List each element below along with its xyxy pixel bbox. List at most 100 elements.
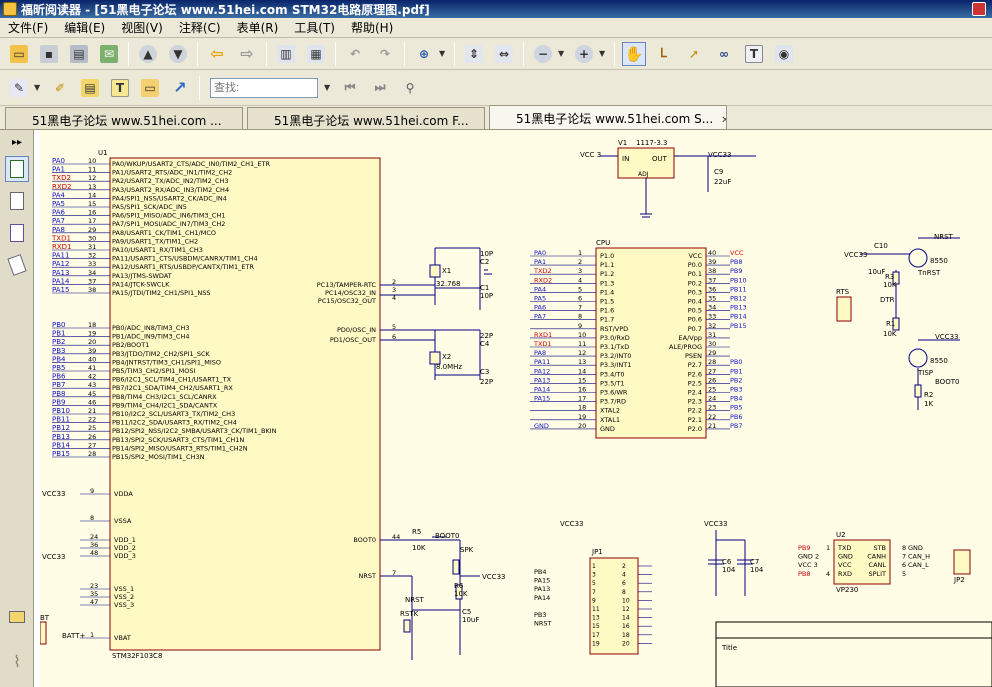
boot0-net: BOOT0 [435,532,459,540]
arrow-left-icon: ⇦ [210,44,224,63]
pin-number: 12 [622,606,630,613]
pin-number: 35 [708,295,716,303]
pin-number: 36 [90,541,98,549]
previous-page-button[interactable]: ▲ [136,42,160,66]
net-label: PA13 [534,376,550,384]
pin-number: 1 [90,631,94,639]
fit-width-button[interactable]: ⇔ [492,42,516,66]
menu-view[interactable]: 视图(V) [113,19,171,36]
attachments-button[interactable]: ⌇ [5,648,29,674]
document-tabs: 51黑电子论坛 www.51hei.com ... 51黑电子论坛 www.51… [0,105,992,130]
c5-ref: C5 [462,608,471,616]
tab-document-3[interactable]: 51黑电子论坛 www.51hei.com S... ✕ [489,105,727,129]
net-label: PA0 [52,157,65,165]
net-label: PB3 [534,611,547,619]
bookmarks-panel-button[interactable] [5,156,29,182]
facing-pages-button[interactable]: ▦ [304,42,328,66]
r3-ref: R3 [885,273,894,281]
pin-number: 3 [392,286,396,294]
typewriter-button[interactable]: T [742,42,766,66]
tab-document-1[interactable]: 51黑电子论坛 www.51hei.com ... [5,107,243,129]
menu-form[interactable]: 表单(R) [229,19,287,36]
hand-tool-button[interactable]: ✋ [622,41,646,66]
annotate-button[interactable]: ✎ [7,76,31,100]
c5-value: 10uF [462,616,479,624]
c9-ref: C9 [714,168,723,176]
net-label: PB4 [730,395,743,403]
pin-function: VDD_2 [114,544,136,552]
pin-number: 8 [90,514,94,522]
window-close-button[interactable] [972,2,986,16]
pin-function: P0.1 [688,270,702,278]
text-select-button[interactable]: Ꮮ [652,42,676,66]
chevron-down-icon[interactable]: ▼ [34,83,42,92]
net-label: TXD2 [51,174,71,182]
open-button[interactable]: ▭ [7,42,31,66]
net-label: GND [908,544,923,552]
note-button[interactable]: ▤ [78,76,102,100]
text-box-button[interactable]: T [108,76,132,100]
net-label: PB4 [52,355,66,363]
menu-file[interactable]: 文件(F) [0,19,56,36]
net-label: PB9 [730,267,743,275]
document-view[interactable]: U1 STM32F103C8 PA0 10 PA0/WKUP/USART2_CTS/… [34,130,992,687]
zoom-tool-button[interactable]: ⊕ [412,42,436,66]
menu-comment[interactable]: 注释(C) [171,19,229,36]
pin-function: P3.1/TxD [600,343,629,351]
net-label: PA12 [534,367,550,375]
comments-button[interactable] [5,604,29,630]
highlight-button[interactable]: ✐ [48,76,72,100]
pin-number: 27 [88,441,96,449]
v1-part: 1117-3.3 [636,139,667,147]
binoculars-icon: ∞ [719,46,729,61]
arrow-tool-button[interactable]: ↗ [168,76,192,100]
redo-button[interactable]: ↷ [373,42,397,66]
undo-button[interactable]: ↶ [343,42,367,66]
print-button[interactable]: ▤ [67,42,91,66]
next-page-button[interactable]: ▼ [166,42,190,66]
pin-function: P1.1 [600,261,614,269]
menu-help[interactable]: 帮助(H) [343,19,401,36]
email-button[interactable]: ✉ [97,42,121,66]
page-view-button[interactable]: ▥ [274,42,298,66]
pin-number: 22 [88,416,96,424]
pin-number: 38 [708,267,716,275]
find-button[interactable]: ∞ [712,42,736,66]
fit-page-button[interactable]: ⇕ [462,42,486,66]
pages-panel-button[interactable] [5,188,29,214]
pin-function: PA4/SPI1_NSS/USART2_CK/ADC_IN4 [112,194,227,202]
zoom-in-button[interactable]: + [572,42,596,66]
chevron-down-icon[interactable]: ▼ [324,83,332,92]
zoom-out-button[interactable]: − [531,42,555,66]
expand-sidebar-button[interactable]: ▸▸ [5,134,29,150]
find-previous-button[interactable]: ⏮ [338,76,362,100]
back-button[interactable]: ⇦ [205,42,229,66]
chevron-down-icon[interactable]: ▼ [558,49,566,58]
fit-page-icon: ⇕ [465,44,483,63]
forward-button[interactable]: ⇨ [235,42,259,66]
chevron-down-icon[interactable]: ▼ [599,49,607,58]
select-tool-button[interactable]: ➚ [682,42,706,66]
vcc33-jp1: VCC33 [560,520,583,528]
r6-ref: R6 [454,582,464,590]
layers-panel-button[interactable] [5,252,29,278]
pin-function: PD0/OSC_IN [337,326,376,334]
tab-document-2[interactable]: 51黑电子论坛 www.51hei.com F... [247,107,485,129]
chevron-down-icon[interactable]: ▼ [439,49,447,58]
find-next-button[interactable]: ⏭ [368,76,392,100]
folder-icon: ▭ [10,44,28,63]
v1-in: IN [622,155,629,163]
snapshot-button[interactable]: ◉ [772,42,796,66]
close-icon[interactable]: ✕ [721,115,726,126]
annotations-panel-button[interactable] [5,220,29,246]
menu-edit[interactable]: 编辑(E) [56,19,113,36]
search-options-button[interactable]: ⚲ [398,76,422,100]
pin-function: P3.3/INT1 [600,361,631,369]
search-input[interactable] [210,77,318,98]
callout-icon: ▭ [141,78,159,97]
callout-button[interactable]: ▭ [138,76,162,100]
menu-tools[interactable]: 工具(T) [286,19,343,36]
save-button[interactable]: ▪ [37,42,61,66]
net-label: PB3 [52,347,65,355]
pin-number: 47 [90,598,98,606]
